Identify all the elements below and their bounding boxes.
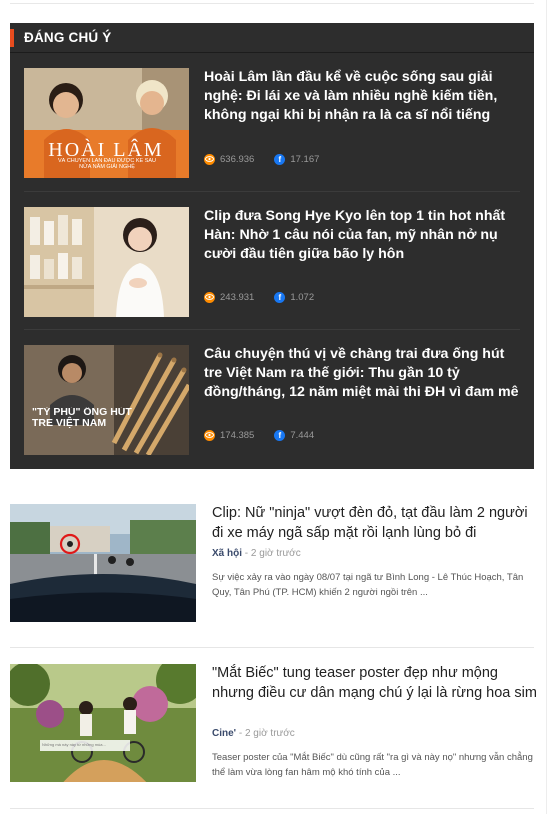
news-divider	[10, 647, 534, 648]
share-count: 1.072	[290, 291, 315, 303]
card-divider	[24, 191, 520, 192]
thumbnail-subcaption: VÀ CHUYỆN LẦN ĐẦU ĐƯỢC KỂ SAU NỬA NĂM GI…	[57, 158, 157, 170]
view-count: 243.931	[220, 291, 255, 303]
news-meta: Xã hội - 2 giờ trước	[212, 548, 301, 559]
featured-thumbnail[interactable]	[24, 207, 189, 317]
featured-title[interactable]: Clip đưa Song Hye Kyo lên top 1 tin hot …	[204, 207, 520, 264]
thumbnail-note: Những mà này này từ những mùa...	[42, 742, 106, 747]
news-divider	[10, 808, 534, 809]
top-divider	[10, 3, 534, 4]
news-meta: Cine' - 2 giờ trước	[212, 728, 295, 739]
facebook-icon: f	[274, 291, 286, 303]
card-divider	[24, 329, 520, 330]
page: ĐÁNG CHÚ Ý HOÀI LÂM VÀ CHUYỆN LẦN ĐẦU ĐƯ…	[0, 0, 555, 814]
article-stats: 636.936 f 17.167	[204, 152, 319, 166]
featured-header: ĐÁNG CHÚ Ý	[10, 23, 534, 53]
eye-icon	[204, 429, 215, 441]
share-count: 17.167	[290, 153, 320, 165]
news-thumbnail[interactable]	[10, 504, 196, 622]
timestamp: 2 giờ trước	[250, 548, 301, 559]
news-thumbnail[interactable]: Những mà này này từ những mùa...	[10, 664, 196, 782]
category-link[interactable]: Cine'	[212, 728, 236, 739]
news-title[interactable]: Clip: Nữ "ninja" vượt đèn đỏ, tạt đầu là…	[212, 504, 537, 543]
right-divider	[546, 0, 547, 814]
view-count: 174.385	[220, 429, 255, 441]
featured-card[interactable]: HOÀI LÂM VÀ CHUYỆN LẦN ĐẦU ĐƯỢC KỂ SAU N…	[24, 68, 520, 178]
section-title[interactable]: ĐÁNG CHÚ Ý	[24, 30, 112, 45]
news-summary: Sự việc xảy ra vào ngày 08/07 tại ngã tư…	[212, 572, 524, 598]
featured-thumbnail[interactable]: HOÀI LÂM VÀ CHUYỆN LẦN ĐẦU ĐƯỢC KỂ SAU N…	[24, 68, 189, 178]
facebook-icon: f	[274, 153, 286, 165]
category-link[interactable]: Xã hội	[212, 548, 242, 559]
featured-card[interactable]: Clip đưa Song Hye Kyo lên top 1 tin hot …	[24, 207, 520, 317]
featured-thumbnail[interactable]: "TỶ PHÚ" ỐNG HÚT TRE VIỆT NAM	[24, 345, 189, 455]
featured-title[interactable]: Câu chuyện thú vị về chàng trai đưa ống …	[204, 345, 520, 402]
timestamp: 2 giờ trước	[244, 728, 295, 739]
article-stats: 243.931 f 1.072	[204, 290, 314, 304]
featured-title[interactable]: Hoài Lâm lần đầu kể về cuộc sống sau giả…	[204, 68, 520, 125]
article-stats: 174.385 f 7.444	[204, 428, 314, 442]
news-item[interactable]: Clip: Nữ "ninja" vượt đèn đỏ, tạt đầu là…	[10, 504, 534, 624]
news-summary: Teaser poster của "Mắt Biếc" dù cũng rất…	[212, 752, 533, 778]
share-count: 7.444	[290, 429, 315, 441]
accent-bar	[10, 29, 14, 47]
news-item[interactable]: Những mà này này từ những mùa... "Mắt Bi…	[10, 664, 537, 784]
eye-icon	[204, 153, 215, 165]
news-title[interactable]: "Mắt Biếc" tung teaser poster đẹp như mộ…	[212, 664, 537, 703]
eye-icon	[204, 291, 215, 303]
facebook-icon: f	[274, 429, 286, 441]
view-count: 636.936	[220, 153, 255, 165]
meta-separator: -	[244, 548, 249, 559]
featured-box: ĐÁNG CHÚ Ý HOÀI LÂM VÀ CHUYỆN LẦN ĐẦU ĐƯ…	[10, 23, 534, 469]
featured-card[interactable]: "TỶ PHÚ" ỐNG HÚT TRE VIỆT NAM Câu chuyện…	[24, 345, 520, 455]
thumbnail-caption: "TỶ PHÚ" ỐNG HÚT TRE VIỆT NAM	[32, 407, 132, 429]
meta-separator: -	[238, 728, 243, 739]
